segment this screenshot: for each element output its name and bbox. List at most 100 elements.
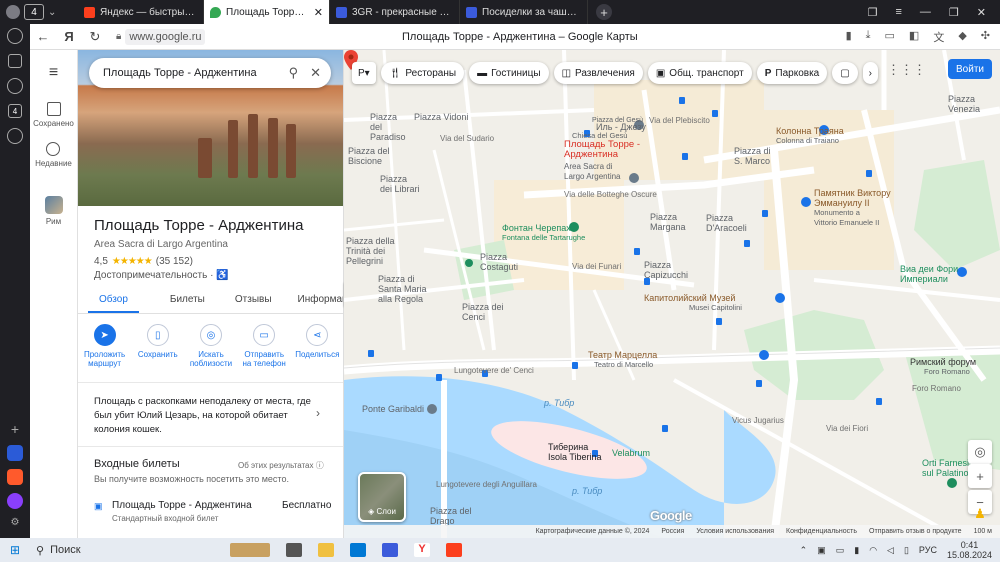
battery-icon[interactable]: ▭ [836, 545, 845, 556]
tab-yandex[interactable]: Яндекс — быстрый поиск [78, 0, 204, 24]
map-type-selector[interactable]: P▾ [352, 62, 376, 84]
menu-icon[interactable]: ≡ [895, 6, 901, 19]
download-icon[interactable]: ⤓ [866, 29, 871, 45]
tickets-about-link[interactable]: Об этих результатах ⓘ [238, 460, 324, 471]
review-count[interactable]: (35 152) [156, 256, 193, 267]
privacy-link[interactable]: Конфиденциальность [786, 528, 857, 535]
translate-icon[interactable]: 文 [933, 29, 944, 45]
search-input[interactable]: Площадь Торре - Арджентина [103, 67, 277, 79]
url-field[interactable]: www.google.ru [125, 28, 206, 45]
chip-transit[interactable]: ▣ Общ. транспорт [647, 62, 752, 84]
pin-label[interactable]: Площадь Торре - Арджентина [564, 140, 640, 160]
app-icon[interactable] [382, 543, 398, 557]
yandex-y-icon[interactable]: Я [56, 29, 82, 44]
add-app-icon[interactable]: + [11, 421, 19, 437]
app-icon[interactable] [7, 445, 23, 461]
scale-bar[interactable]: 100 м [974, 528, 992, 535]
wifi-icon[interactable]: ◠ [869, 545, 877, 556]
back-arrow-icon[interactable]: ← [30, 29, 56, 44]
trajan-label[interactable]: Колонна Траяна [776, 126, 844, 136]
settings-icon[interactable]: ⚙ [11, 517, 20, 528]
close-window-icon[interactable]: ✕ [977, 6, 986, 19]
victor-label[interactable]: Памятник Виктору Эммануилу II [814, 188, 891, 208]
map-canvas[interactable]: Площадь Торре - Арджентина Area Sacra di L… [344, 50, 1000, 538]
extension-icon[interactable]: ◧ [909, 29, 919, 45]
attribution-region[interactable]: Россия [661, 528, 684, 535]
microphone-icon[interactable]: ▮ [854, 545, 859, 556]
chip-entertainment[interactable]: ◫ Развлечения [553, 62, 643, 84]
tiber-island-label[interactable]: Тиберина Isola Tiberina [548, 442, 602, 462]
task-view-icon[interactable] [286, 543, 302, 557]
tab-badge-icon[interactable]: 4 [8, 104, 22, 118]
lock-icon[interactable]: 🔒︎ [116, 31, 121, 42]
downloads-icon[interactable] [7, 128, 23, 144]
pegman-icon[interactable]: ♟ [968, 502, 992, 526]
vpn-icon[interactable]: ◆ [958, 29, 966, 45]
battery-icon[interactable]: ▭ [885, 29, 895, 45]
recent-place-rome[interactable]: Рим [44, 196, 63, 226]
save-button[interactable]: ▯ Сохранить [133, 324, 183, 368]
maximize-icon[interactable]: ❐ [949, 6, 959, 19]
tab-3gr[interactable]: 3GR - прекрасные сады, н [330, 0, 460, 24]
tab-info[interactable]: Информация [287, 288, 343, 313]
velabrum-label[interactable]: Velabrum [612, 448, 650, 458]
collections-rail-icon[interactable] [8, 54, 22, 68]
battery-level-icon[interactable]: ▯ [904, 545, 909, 556]
bookmark-icon[interactable]: ▮ [846, 29, 852, 45]
tray-app-icon[interactable]: ▣ [817, 545, 826, 556]
category-label[interactable]: Достопримечательность · [94, 270, 213, 281]
weather-widget-icon[interactable] [230, 543, 270, 557]
profile-avatar[interactable] [6, 5, 20, 19]
new-tab-button[interactable]: + [596, 4, 612, 20]
file-explorer-icon[interactable] [318, 543, 334, 557]
search-box[interactable]: Площадь Торре - Арджентина ⚲ ✕ [89, 58, 331, 88]
feedback-link[interactable]: Отправить отзыв о продукте [869, 528, 962, 535]
close-tab-icon[interactable]: ✕ [314, 6, 323, 19]
video-icon[interactable] [7, 78, 23, 94]
apps-grid-icon[interactable]: ⋮⋮⋮ [887, 62, 926, 78]
imperial-forums-label[interactable]: Виа деи Фори Империали [900, 264, 958, 284]
send-to-phone-button[interactable]: ▭ Отправить на телефон [239, 324, 289, 368]
volume-icon[interactable]: ◁ [887, 545, 894, 556]
collections-icon[interactable]: ❐ [868, 6, 878, 19]
nearby-button[interactable]: ◎ Искать поблизости [186, 324, 236, 368]
ticket-name[interactable]: Площадь Торре - Арджентина [112, 500, 252, 511]
tab-count-badge[interactable]: 4 [24, 4, 44, 20]
clock[interactable]: 0:41 15.08.2024 [947, 540, 992, 560]
yandex-icon[interactable] [446, 543, 462, 557]
ponte-garibaldi-label[interactable]: Ponte Garibaldi [362, 404, 424, 414]
history-icon[interactable] [7, 28, 23, 44]
tab-google-maps[interactable]: Площадь Торре - Арде ✕ [204, 0, 330, 24]
directions-button[interactable]: ➤ Проложить маршрут [80, 324, 130, 368]
forum-label[interactable]: Римский форум [910, 357, 976, 367]
chip-hotels[interactable]: ▬ Гостиницы [469, 62, 549, 84]
capitol-museum-label[interactable]: Капитолийский Музей [644, 293, 735, 303]
chip-restaurants[interactable]: 🍴︎ Рестораны [380, 62, 465, 84]
zoom-in-button[interactable]: + [968, 464, 992, 488]
share-button[interactable]: ⋖ Поделиться [292, 324, 342, 368]
chips-next-icon[interactable]: › [862, 62, 879, 84]
my-location-button[interactable]: ◎ [968, 440, 992, 464]
terms-link[interactable]: Условия использования [696, 528, 774, 535]
language-indicator[interactable]: РУС [919, 545, 937, 555]
tab-overview[interactable]: Обзор [88, 288, 139, 313]
fountain-label[interactable]: Фонтан Черепах [502, 223, 571, 233]
chip-parking[interactable]: P Парковка [756, 62, 828, 84]
saved-button[interactable]: Сохранено [33, 102, 74, 128]
signin-button[interactable]: Войти [948, 59, 992, 79]
mail-icon[interactable] [350, 543, 366, 557]
layers-button[interactable]: ◈ Слои [358, 472, 406, 522]
tab-posidelki[interactable]: Посиделки за чашкой ко [460, 0, 588, 24]
chip-more[interactable]: ▢ [832, 62, 858, 84]
yandex-browser-icon[interactable]: Y [414, 543, 430, 557]
app-icon[interactable] [7, 469, 23, 485]
tabs-dropdown-icon[interactable]: ⌄ [48, 7, 56, 18]
taskbar-search[interactable]: ⚲ Поиск [30, 538, 220, 562]
tab-reviews[interactable]: Отзывы [224, 288, 283, 313]
tab-tickets[interactable]: Билеты [159, 288, 216, 313]
minimize-icon[interactable]: — [920, 6, 931, 19]
alice-icon[interactable] [7, 493, 23, 509]
reload-icon[interactable]: ↻ [82, 29, 108, 45]
close-icon[interactable]: ✕ [310, 65, 321, 81]
search-icon[interactable]: ⚲ [289, 65, 299, 81]
